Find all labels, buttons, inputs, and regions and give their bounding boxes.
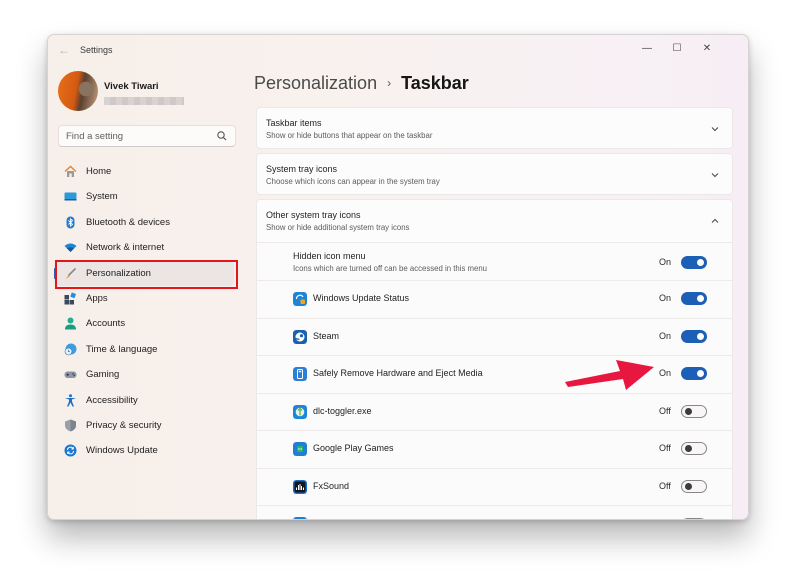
tray-icon-row: dlc-toggler.exe Off [256,393,733,430]
back-arrow-icon: ← [58,43,70,57]
safely-remove-hardware-toggle[interactable] [681,367,707,380]
close-icon: ✕ [702,43,712,54]
settings-window: ← Settings — ☐ ✕ Vivek Tiwari Find a set… [47,34,749,520]
user-profile[interactable]: Vivek Tiwari [58,71,258,111]
chevron-up-icon [711,218,719,223]
tray-icon-row: Google Play Games Off [256,430,733,468]
toggle-state-label: On [659,293,672,303]
steam-icon [293,330,307,344]
sidebar-item-time-language[interactable]: Time & language [54,337,234,362]
gamepad-icon [64,371,77,379]
usb-eject-icon [293,367,307,381]
maximize-button[interactable]: ☐ [662,39,692,59]
tray-icon-row: FxSound Off [256,468,733,505]
app-title: Settings [80,45,113,55]
clock-globe-icon [64,343,77,356]
back-button[interactable]: ← [56,43,72,57]
section-taskbar-items[interactable]: Taskbar items Show or hide buttons that … [256,107,733,149]
tray-icon-row-partial [256,505,733,519]
profile-name: Vivek Tiwari [104,81,159,92]
chevron-down-icon [711,173,719,178]
search-box[interactable]: Find a setting [58,125,236,147]
toggle-state-label: On [659,257,672,267]
hidden-icon-menu-row: Hidden icon menu Icons which are turned … [256,242,733,280]
tray-icon-row: Safely Remove Hardware and Eject Media O… [256,355,733,393]
fxsound-toggle[interactable] [681,480,707,493]
toggle-state-label: On [659,368,672,378]
search-icon [217,131,227,141]
sidebar-item-accessibility[interactable]: Accessibility [54,388,234,413]
windows-update-status-toggle[interactable] [681,292,707,305]
accessibility-icon [65,393,76,407]
sidebar-item-network[interactable]: Network & internet [54,235,234,260]
update-icon [64,444,77,457]
fxsound-icon [293,480,307,494]
system-icon [64,192,77,201]
chevron-down-icon [711,127,719,132]
sidebar-nav: Home System Bluetooth & devices Network … [54,159,240,464]
sidebar-item-accounts[interactable]: Accounts [54,311,234,336]
tray-icon-row: Windows Update Status On [256,280,733,318]
search-input[interactable]: Find a setting [66,131,123,142]
annotation-arrow-icon [565,360,654,390]
sidebar-item-windows-update[interactable]: Windows Update [54,438,234,463]
avatar [58,71,98,111]
minimize-button[interactable]: — [632,39,662,59]
google-play-games-icon [293,442,307,456]
tray-icon-row: Steam On [256,318,733,355]
home-icon [64,165,77,177]
sidebar-item-gaming[interactable]: Gaming [54,362,234,387]
sidebar-item-privacy[interactable]: Privacy & security [54,413,234,438]
page-title: Taskbar [401,73,469,93]
breadcrumb: Personalization › Taskbar [254,73,469,94]
account-icon [65,317,76,330]
section-other-system-tray-icons[interactable]: Other system tray icons Show or hide add… [256,199,733,243]
sidebar-item-system[interactable]: System [54,184,234,209]
windows-update-status-icon [293,292,307,306]
dlc-toggler-icon [293,405,307,419]
toggle-state-label: Off [659,443,671,453]
close-button[interactable]: ✕ [692,39,722,59]
toggle-state-label: Off [659,406,671,416]
profile-email-redacted [104,97,184,105]
dlc-toggler-toggle[interactable] [681,405,707,418]
breadcrumb-parent[interactable]: Personalization [254,73,377,93]
hidden-icon-menu-toggle[interactable] [681,256,707,269]
minimize-icon: — [642,43,652,54]
title-bar: ← Settings — ☐ ✕ [48,35,748,65]
sidebar-item-home[interactable]: Home [54,159,234,184]
steam-toggle[interactable] [681,330,707,343]
personalization-highlight-annotation [55,260,238,289]
maximize-icon: ☐ [672,43,682,54]
google-play-games-toggle[interactable] [681,442,707,455]
sidebar-item-bluetooth[interactable]: Bluetooth & devices [54,210,234,235]
apps-icon [64,292,77,305]
bluetooth-icon [66,216,75,229]
toggle-state-label: On [659,331,672,341]
shield-icon [65,419,76,432]
partial-row-toggle[interactable] [681,518,707,519]
section-system-tray-icons[interactable]: System tray icons Choose which icons can… [256,153,733,195]
toggle-state-label: Off [659,481,671,491]
sidebar-item-apps[interactable]: Apps [54,286,234,311]
app-icon [293,517,307,519]
wifi-icon [64,243,77,253]
breadcrumb-separator-icon: › [387,76,392,90]
